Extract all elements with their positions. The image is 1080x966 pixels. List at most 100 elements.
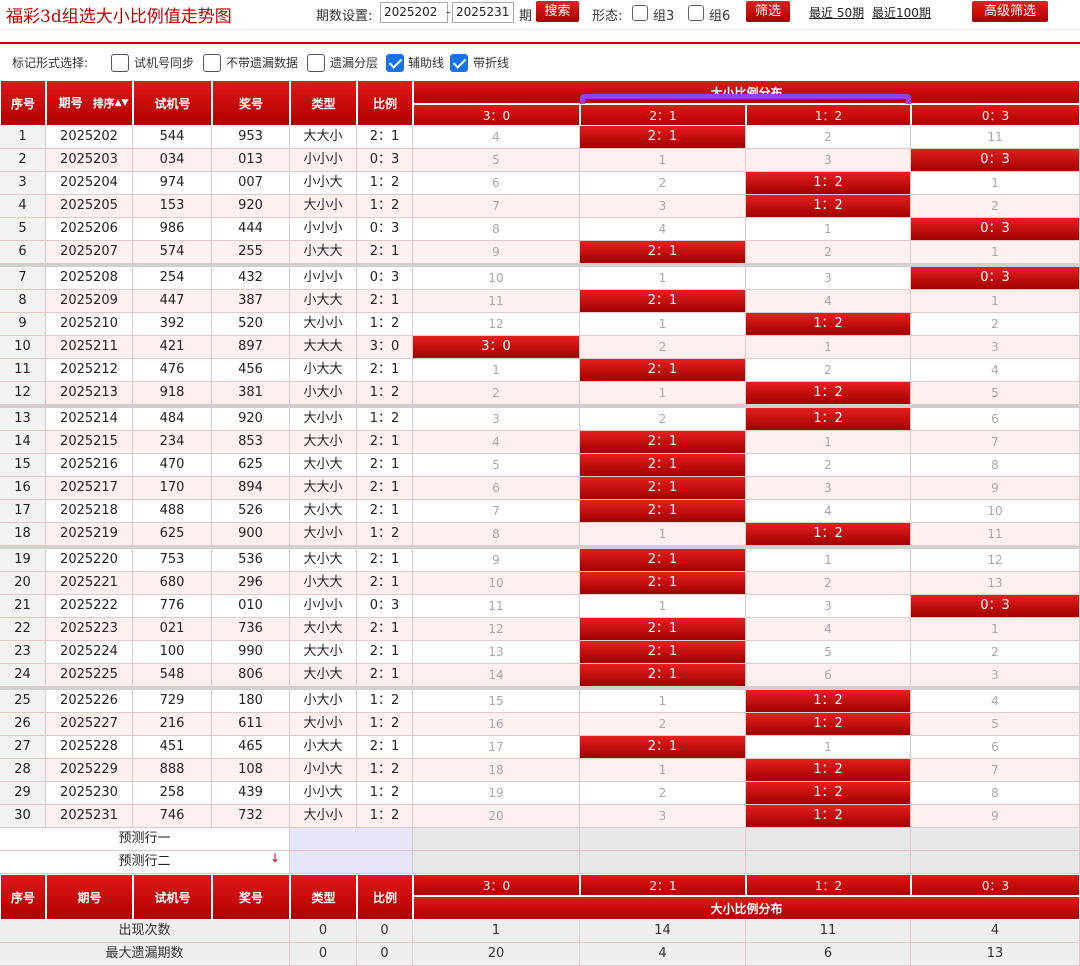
predict-cell[interactable] [911,828,1080,851]
group3-checkbox[interactable] [632,5,648,21]
stats-value: 14 [580,920,746,943]
test-number-cell: 544 [133,126,212,149]
predict-row: 预测行二 ↓ [0,851,1080,874]
miss-count-cell: 16 [413,713,580,736]
miss-count-cell: 11 [413,595,580,618]
ratio-cell: 0：3 [357,149,413,172]
miss-count-cell: 1 [580,149,746,172]
predict-input-cell[interactable] [290,828,413,851]
test-number-cell: 470 [133,454,212,477]
miss-count-cell: 2 [580,336,746,359]
no-miss-data-checkbox[interactable] [203,54,221,72]
prize-number-cell: 108 [212,759,290,782]
type-cell: 小大大 [290,290,357,313]
miss-count-cell: 2 [746,454,911,477]
predict-cell[interactable] [580,851,746,874]
prize-number-cell: 736 [212,618,290,641]
miss-count-cell: 2 [911,313,1080,336]
table-row: 16 2025217 170 894 大大小 2：1 6 2：1 3 9 [0,477,1080,500]
ratio-hit-marker: 1：2 [746,690,911,713]
seq-cell: 20 [0,572,46,595]
polyline-checkbox[interactable] [450,54,468,72]
test-number-cell: 447 [133,290,212,313]
aux-line-checkbox[interactable] [386,54,404,72]
type-cell: 小小小 [290,218,357,241]
table-row: 24 2025225 548 806 大小大 2：1 14 2：1 6 3 [0,664,1080,687]
issue-cell: 2025216 [46,454,133,477]
table-row: 22 2025223 021 736 大小大 2：1 12 2：1 4 1 [0,618,1080,641]
sort-arrows-icon[interactable]: ▲▼ [115,98,129,108]
group6-checkbox[interactable] [688,5,704,21]
ratio-hit-marker: 1：2 [746,313,911,336]
predict-cell[interactable] [746,828,911,851]
period-to-input[interactable]: 2025231 [452,2,514,23]
prize-number-cell: 806 [212,664,290,687]
miss-count-cell: 11 [911,126,1080,149]
down-arrow-icon[interactable]: ↓ [270,851,280,865]
mark-options-row: 标记形式选择: 试机号同步 不带遗漏数据 遗漏分层 辅助线 带折线 [0,42,1080,80]
stats-value: 1 [413,920,580,943]
period-from-input[interactable]: 2025202 [380,2,448,23]
filter-button[interactable]: 筛选 [746,1,790,22]
seq-cell: 9 [0,313,46,336]
trend-table: 标记形式选择: 试机号同步 不带遗漏数据 遗漏分层 辅助线 带折线 序号 期号 … [0,42,1080,966]
miss-count-cell: 4 [746,290,911,313]
miss-count-cell: 1 [413,359,580,382]
ratio-hit-marker: 1：2 [746,172,911,195]
ratio-hit-marker: 2：1 [580,664,746,687]
issue-cell: 2025218 [46,500,133,523]
recent-100-link[interactable]: 最近100期 [872,4,931,21]
type-cell: 大大小 [290,431,357,454]
miss-layer-checkbox[interactable] [307,54,325,72]
search-button[interactable]: 搜索 [536,1,579,22]
sync-test-checkbox[interactable] [111,54,129,72]
seq-cell: 17 [0,500,46,523]
predict-cell[interactable] [580,828,746,851]
sort-button[interactable]: 排序 [93,95,115,111]
sync-test-label: 试机号同步 [134,56,195,70]
type-cell: 大小小 [290,408,357,431]
ratio-cell: 2：1 [357,664,413,687]
footer-ratio-col: 2：1 [580,874,746,896]
prize-number-cell: 010 [212,595,290,618]
miss-count-cell: 11 [911,523,1080,546]
predict-label: 预测行二 [0,851,290,874]
recent-50-link[interactable]: 最近 50期 [809,4,864,21]
type-cell: 小小小 [290,267,357,290]
ratio-hit-marker: 2：1 [580,572,746,595]
issue-cell: 2025229 [46,759,133,782]
type-cell: 大小大 [290,454,357,477]
prize-number-cell: 526 [212,500,290,523]
footer-header-seq: 序号 [0,874,46,920]
table-row: 19 2025220 753 536 大小大 2：1 9 2：1 1 12 [0,549,1080,572]
issue-cell: 2025210 [46,313,133,336]
predict-cell[interactable] [413,851,580,874]
type-cell: 大小小 [290,805,357,828]
stats-value: 4 [911,920,1080,943]
table-row: 21 2025222 776 010 小小小 0：3 11 1 3 0：3 [0,595,1080,618]
test-number-cell: 451 [133,736,212,759]
table-row: 6 2025207 574 255 小大大 2：1 9 2：1 2 1 [0,241,1080,264]
advanced-filter-button[interactable]: 高级筛选 [972,1,1048,22]
table-row: 9 2025210 392 520 大小小 1：2 12 1 1：2 2 [0,313,1080,336]
miss-count-cell: 5 [911,713,1080,736]
predict-cell[interactable] [911,851,1080,874]
table-row: 10 2025211 421 897 大大大 3：0 3：0 2 1 3 [0,336,1080,359]
issue-cell: 2025204 [46,172,133,195]
miss-count-cell: 1 [911,290,1080,313]
ratio-cell: 0：3 [357,267,413,290]
ratio-cell: 3：0 [357,336,413,359]
predict-input-cell[interactable] [290,851,413,874]
miss-count-cell: 4 [413,126,580,149]
test-number-cell: 918 [133,382,212,405]
predict-cell[interactable] [746,851,911,874]
type-cell: 大小小 [290,713,357,736]
ratio-cell: 1：2 [357,690,413,713]
ratio-hit-marker: 2：1 [580,736,746,759]
predict-cell[interactable] [413,828,580,851]
miss-count-cell: 10 [413,572,580,595]
miss-count-cell: 1 [911,172,1080,195]
seq-cell: 18 [0,523,46,546]
test-number-cell: 100 [133,641,212,664]
type-cell: 大大小 [290,641,357,664]
